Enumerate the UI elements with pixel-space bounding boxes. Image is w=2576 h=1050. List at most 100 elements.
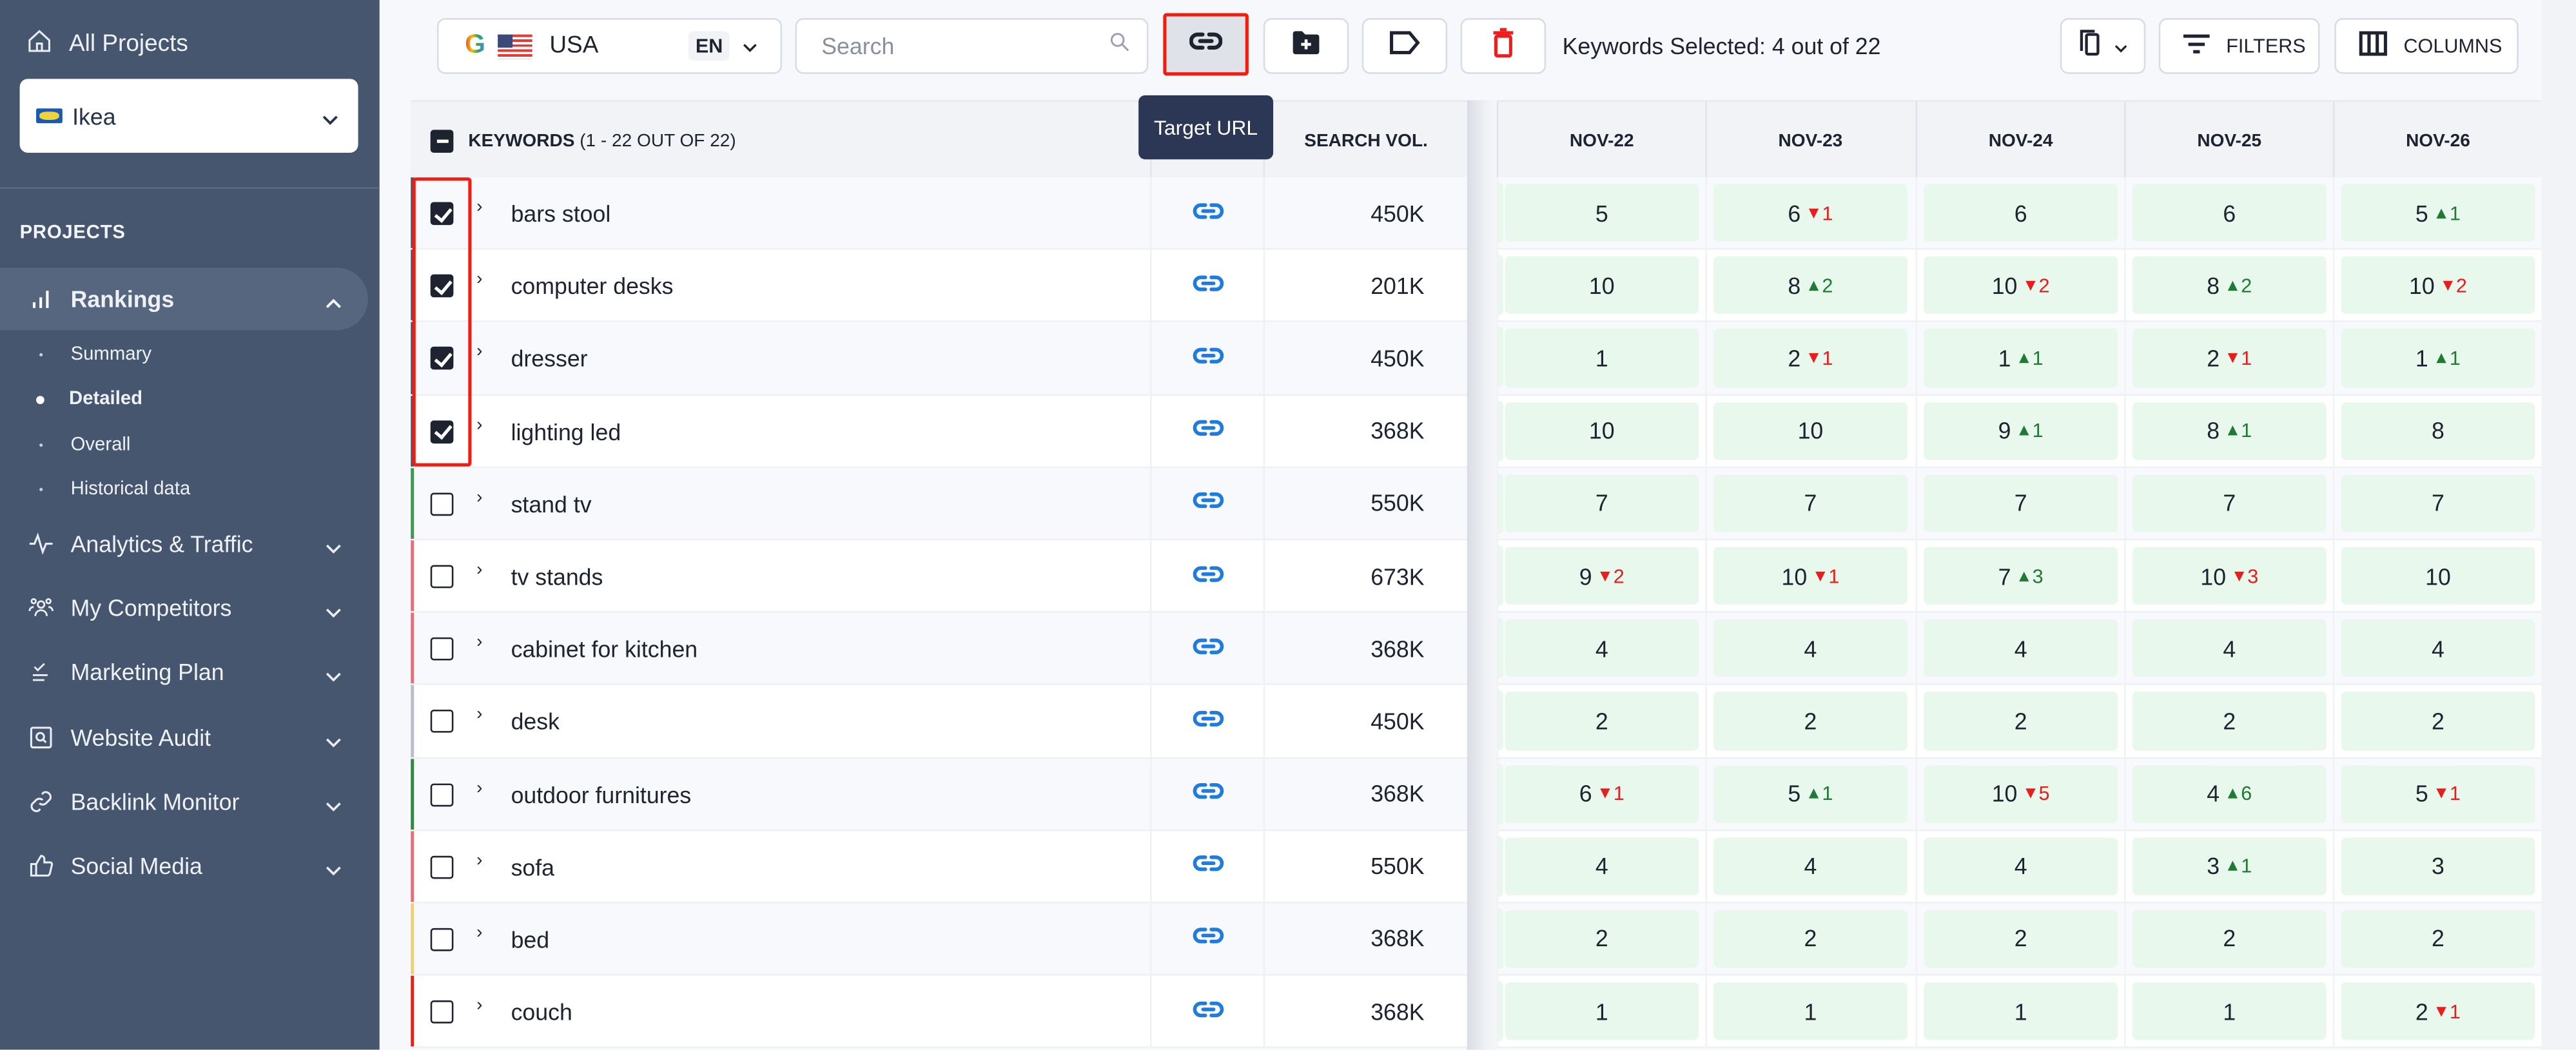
date-column-header[interactable]: NOV-26 [2332, 102, 2542, 179]
rank-cell[interactable]: 4 [2124, 612, 2333, 684]
rank-cell[interactable]: 11 [2332, 322, 2542, 394]
expand-chevron-icon[interactable]: › [476, 560, 482, 580]
rank-cell[interactable]: 10 [1496, 395, 1706, 467]
row-checkbox[interactable] [430, 492, 454, 516]
expand-chevron-icon[interactable]: › [476, 415, 482, 435]
row-checkbox[interactable] [430, 1000, 454, 1024]
search-input[interactable] [818, 31, 1096, 61]
expand-chevron-icon[interactable]: › [476, 269, 482, 289]
target-url-link[interactable] [1149, 612, 1265, 684]
rank-cell[interactable]: 1 [1705, 975, 1914, 1047]
rank-cell[interactable]: 1 [1915, 975, 2125, 1047]
add-to-group-button[interactable] [1263, 18, 1349, 74]
keywords-column-header[interactable]: KEYWORDS (1 - 22 OUT OF 22) [430, 102, 736, 179]
rank-cell[interactable]: 61 [1496, 758, 1706, 830]
target-url-link[interactable] [1149, 975, 1265, 1047]
rank-cell[interactable]: 6 [1915, 177, 2125, 249]
columns-button[interactable]: COLUMNS [2334, 18, 2519, 74]
expand-chevron-icon[interactable]: › [476, 342, 482, 362]
row-checkbox[interactable] [430, 565, 454, 588]
rank-cell[interactable]: 11 [1915, 322, 2125, 394]
delete-button[interactable] [1460, 18, 1547, 74]
target-url-link[interactable] [1149, 395, 1265, 467]
rank-cell[interactable]: 91 [1915, 395, 2125, 467]
expand-chevron-icon[interactable]: › [476, 487, 482, 507]
rank-cell[interactable]: 2 [2124, 685, 2333, 757]
sidebar-item-rankings[interactable]: Rankings [0, 267, 368, 331]
expand-chevron-icon[interactable]: › [476, 923, 482, 943]
rank-cell[interactable]: 2 [1705, 685, 1914, 757]
rank-cell[interactable]: 1 [1496, 975, 1706, 1047]
target-url-link[interactable] [1149, 903, 1265, 975]
sidebar-item-my-competitors[interactable]: My Competitors [0, 577, 368, 639]
rank-cell[interactable]: 2 [1496, 685, 1706, 757]
rank-cell[interactable]: 7 [1915, 467, 2125, 539]
rank-cell[interactable]: 51 [2332, 758, 2542, 830]
filters-button[interactable]: FILTERS [2158, 18, 2320, 74]
rank-cell[interactable]: 21 [1705, 322, 1914, 394]
date-column-header[interactable]: NOV-24 [1915, 102, 2125, 179]
rank-cell[interactable]: 92 [1496, 540, 1706, 612]
target-url-link[interactable] [1149, 830, 1265, 902]
sidebar-item-social-media[interactable]: Social Media [0, 835, 368, 897]
row-checkbox[interactable] [430, 710, 454, 734]
rank-cell[interactable]: 8 [2332, 395, 2542, 467]
rank-cell[interactable]: 51 [1705, 758, 1914, 830]
rank-cell[interactable]: 10 [1705, 395, 1914, 467]
rank-cell[interactable]: 10 2 [2332, 249, 2542, 321]
rank-cell[interactable]: 7 [2332, 467, 2542, 539]
rank-cell[interactable]: 2 [1705, 903, 1914, 975]
expand-chevron-icon[interactable]: › [476, 850, 482, 870]
project-selector[interactable]: Ikea [19, 79, 358, 153]
search-icon[interactable] [1109, 31, 1130, 61]
rank-cell[interactable]: 10 [1496, 249, 1706, 321]
rank-cell[interactable]: 10 3 [2124, 540, 2333, 612]
sidebar-item-marketing-plan[interactable]: Marketing Plan [0, 641, 368, 703]
date-column-header[interactable]: NOV-23 [1705, 102, 1914, 179]
row-checkbox[interactable] [430, 783, 454, 806]
row-checkbox[interactable] [430, 928, 454, 951]
search-volume-column-header[interactable]: SEARCH VOL. [1263, 102, 1467, 179]
rank-cell[interactable]: 21 [2124, 322, 2333, 394]
rank-cell[interactable]: 2 [2332, 903, 2542, 975]
rank-cell[interactable]: 4 [1496, 830, 1706, 902]
rank-cell[interactable]: 4 [1705, 830, 1914, 902]
target-url-link[interactable] [1149, 685, 1265, 757]
rank-cell[interactable]: 51 [2332, 177, 2542, 249]
rank-cell[interactable]: 7 [2124, 467, 2333, 539]
rank-cell[interactable]: 7 [1705, 467, 1914, 539]
rank-cell[interactable]: 3 [2332, 830, 2542, 902]
target-url-button[interactable] [1163, 13, 1249, 76]
rank-cell[interactable]: 2 [1496, 903, 1706, 975]
vertical-scrollbar[interactable] [2541, 0, 2576, 1050]
sidebar-item-website-audit[interactable]: Website Audit [0, 706, 368, 769]
rank-cell[interactable]: 6 [2124, 177, 2333, 249]
rank-cell[interactable]: 81 [2124, 395, 2333, 467]
all-projects-link[interactable]: All Projects [26, 28, 188, 61]
expand-chevron-icon[interactable]: › [476, 632, 482, 652]
rank-cell[interactable]: 1 [1496, 322, 1706, 394]
device-toggle-button[interactable] [2060, 18, 2146, 74]
rank-cell[interactable]: 2 [2124, 903, 2333, 975]
sidebar-subitem-historical-data[interactable]: Historical data [0, 471, 190, 507]
rank-cell[interactable]: 2 [1915, 685, 2125, 757]
target-url-link[interactable] [1149, 177, 1265, 249]
sidebar-subitem-detailed[interactable]: Detailed [0, 381, 142, 417]
target-url-link[interactable] [1149, 322, 1265, 394]
select-all-checkbox[interactable] [430, 129, 454, 152]
tag-button[interactable] [1361, 18, 1448, 74]
rank-cell[interactable]: 10 [2332, 540, 2542, 612]
rank-cell[interactable]: 10 1 [1705, 540, 1914, 612]
row-checkbox[interactable] [430, 855, 454, 879]
rank-cell[interactable]: 2 [2332, 685, 2542, 757]
rank-cell[interactable]: 10 5 [1915, 758, 2125, 830]
rank-cell[interactable]: 21 [2332, 975, 2542, 1047]
rank-cell[interactable]: 4 [1705, 612, 1914, 684]
target-url-link[interactable] [1149, 249, 1265, 321]
sidebar-subitem-overall[interactable]: Overall [0, 427, 130, 463]
row-checkbox[interactable] [430, 637, 454, 661]
rank-cell[interactable]: 5 [1496, 177, 1706, 249]
sidebar-item-backlink-monitor[interactable]: Backlink Monitor [0, 770, 368, 833]
search-engine-selector[interactable]: G USA EN [436, 18, 783, 74]
expand-chevron-icon[interactable]: › [476, 778, 482, 798]
